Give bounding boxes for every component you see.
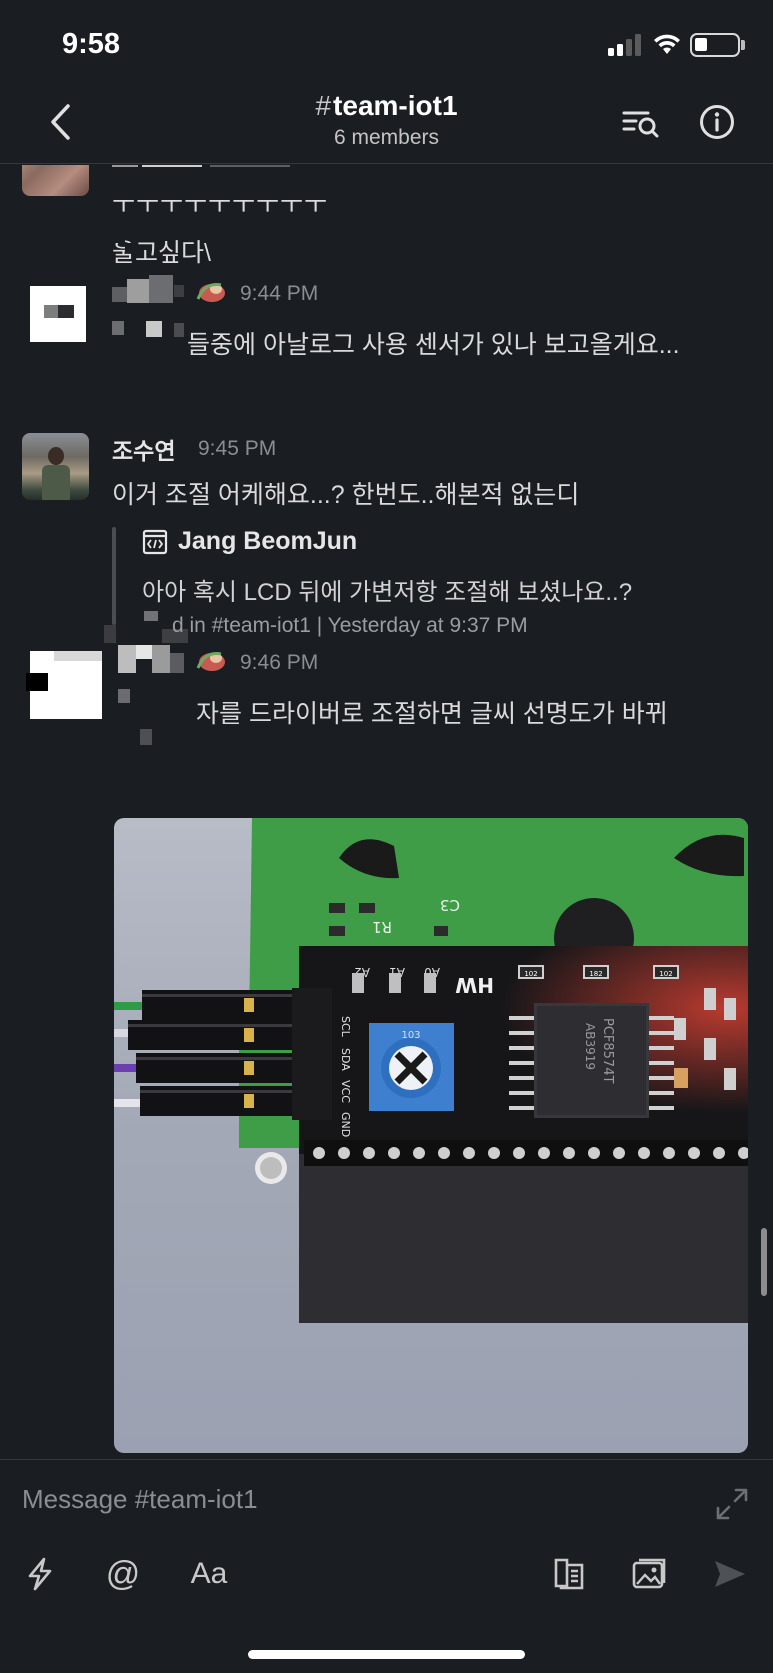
resistor-label: 102 [659,970,672,978]
message-list[interactable]: ㅜㅜㅜㅜㅜㅜㅜㅜㅜ 울고싶다\ 9:44 PM 들중에 아날로그 사용 센서가 … [0,165,773,1459]
code-snippet-icon [142,529,168,555]
file-icon [554,1558,584,1590]
avatar[interactable] [22,280,89,348]
message-text: 자를 드라이버로 조절하면 글씨 선명도가 바뀌 [196,700,668,728]
battery-tip [741,40,745,50]
cellular-signal-icon [608,34,644,56]
sender-name-obscured [112,645,202,755]
lightning-icon [28,1557,52,1591]
message-input[interactable]: Message #team-iot1 [22,1484,258,1515]
pin-label-sda: SDA [339,1048,352,1071]
message-timestamp[interactable]: 9:44 PM [240,282,318,306]
chip-marking: AB3919 [583,1023,597,1070]
attached-image[interactable]: C3 R1 R2 U1 A2 A1 A0 HW 102 182 102 [114,818,748,1453]
message-text: ㅜㅜㅜㅜㅜㅜㅜㅜㅜ [112,191,329,219]
channel-name: team-iot1 [333,90,458,121]
mention-button[interactable]: @ [101,1552,145,1596]
wifi-icon [654,34,680,54]
expand-icon [716,1488,748,1520]
scrollbar[interactable] [761,1228,767,1296]
resistor-label: 102 [524,970,537,978]
channel-header: #team-iot1 6 members [0,90,773,164]
message-text: 이거 조절 어케해요...? 한번도..해본적 없는디 [112,481,580,509]
sender-name-obscured [112,165,292,169]
silkscreen-r1: R1 [372,918,392,936]
quote-author[interactable]: Jang BeomJun [178,527,357,556]
shortcuts-button[interactable] [18,1552,62,1596]
photos-button[interactable] [627,1552,671,1596]
info-icon [700,105,734,139]
avatar[interactable] [12,645,102,725]
status-bar: 9:58 [0,0,773,90]
avatar[interactable] [22,433,89,500]
message-text: 들중에 아날로그 사용 센서가 있나 보고올게요... [187,331,680,359]
avatar[interactable] [22,165,89,196]
quote-text[interactable]: 아아 혹시 LCD 뒤에 가변저항 조절해 보셨나요..? [142,572,632,607]
channel-hash: # [315,90,332,121]
pin-label-gnd: GND [339,1112,352,1137]
pin-label-vcc: VCC [339,1080,352,1103]
message-timestamp[interactable]: 9:46 PM [240,651,318,675]
quote-meta[interactable]: d in #team-iot1 | Yesterday at 9:37 PM [172,614,528,638]
emoji-status-icon [196,283,225,302]
send-button[interactable] [708,1552,752,1596]
battery-icon [690,33,740,57]
pin-label-scl: SCL [339,1016,352,1038]
emoji-status-icon [196,652,225,671]
channel-info-button[interactable] [697,102,737,142]
home-indicator [248,1650,525,1659]
search-in-channel-button[interactable] [620,102,664,142]
expand-composer-button[interactable] [712,1484,752,1524]
status-time: 9:58 [62,28,121,60]
format-text-button[interactable]: Aa [184,1552,234,1596]
sender-name[interactable]: 조수연 [112,432,175,466]
send-icon [715,1561,745,1587]
sender-name-obscured [112,275,192,345]
pot-marking: 103 [401,1030,420,1041]
resistor-label: 182 [589,970,602,978]
message-composer: Message #team-iot1 @ Aa [0,1459,773,1673]
image-icon [632,1558,666,1589]
message-timestamp[interactable]: 9:45 PM [198,437,276,461]
lcd-i2c-module-photo: C3 R1 R2 U1 A2 A1 A0 HW 102 182 102 [114,818,748,1453]
chip-marking: PCF8574T [600,1018,615,1083]
files-button[interactable] [547,1552,591,1596]
silkscreen-hw: HW [455,973,494,997]
silkscreen-c3: C3 [440,896,460,914]
search-list-icon [622,111,659,138]
pixelated-text [112,233,138,253]
